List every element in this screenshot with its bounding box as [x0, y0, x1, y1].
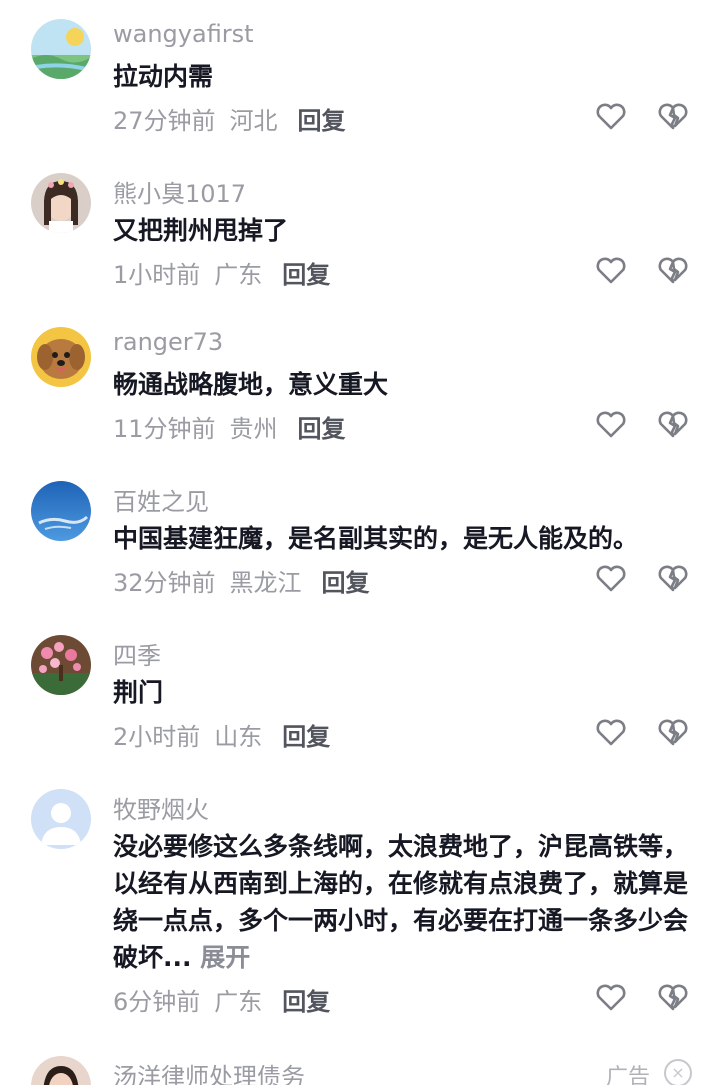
- reply-button[interactable]: 回复: [322, 569, 370, 597]
- reply-button[interactable]: 回复: [298, 415, 346, 443]
- comment-meta: 27分钟前 河北 回复: [113, 101, 360, 136]
- avatar[interactable]: [31, 19, 91, 79]
- comment-meta: 32分钟前 黑龙江 回复: [113, 563, 384, 598]
- avatar[interactable]: [31, 327, 91, 387]
- ad-badge: 广告: [606, 1065, 651, 1085]
- ad-item: 汤洋律师处理债务 广告 ×: [0, 1037, 720, 1085]
- comment-meta: 1小时前 广东 回复: [113, 255, 344, 290]
- heart-outline-icon: [596, 719, 626, 746]
- like-button[interactable]: [594, 561, 628, 595]
- broken-heart-icon: [658, 719, 688, 746]
- comment-meta: 11分钟前 贵州 回复: [113, 409, 360, 444]
- broken-heart-icon: [658, 257, 688, 284]
- comment-text: 没必要修这么多条线啊，太浪费地了，沪昆高铁等，以经有从西南到上海的，在修就有点浪…: [113, 828, 693, 976]
- comment-time: 27分钟前: [113, 107, 216, 135]
- dislike-button[interactable]: [656, 715, 690, 749]
- like-button[interactable]: [594, 407, 628, 441]
- expand-button[interactable]: 展开: [200, 943, 250, 972]
- broken-heart-icon: [658, 984, 688, 1011]
- username[interactable]: 百姓之见: [113, 482, 209, 517]
- like-button[interactable]: [594, 99, 628, 133]
- reply-button[interactable]: 回复: [282, 261, 330, 289]
- heart-outline-icon: [596, 565, 626, 592]
- like-button[interactable]: [594, 715, 628, 749]
- comment-location: 黑龙江: [229, 569, 302, 597]
- avatar[interactable]: [31, 1056, 91, 1085]
- heart-outline-icon: [596, 411, 626, 438]
- avatar[interactable]: [31, 173, 91, 233]
- dislike-button[interactable]: [656, 407, 690, 441]
- heart-outline-icon: [596, 984, 626, 1011]
- dislike-button[interactable]: [656, 980, 690, 1014]
- comment-time: 2小时前: [113, 723, 201, 751]
- broken-heart-icon: [658, 411, 688, 438]
- username[interactable]: 熊小臭1017: [113, 174, 246, 209]
- comment-time: 6分钟前: [113, 988, 201, 1016]
- avatar[interactable]: [31, 635, 91, 695]
- username[interactable]: 牧野烟火: [113, 790, 209, 825]
- close-icon[interactable]: ×: [664, 1059, 692, 1085]
- comment-text: 荆门: [113, 678, 164, 707]
- comment-text: 拉动内需: [113, 62, 214, 91]
- ad-username[interactable]: 汤洋律师处理债务: [113, 1057, 305, 1085]
- comment-location: 贵州: [229, 415, 278, 443]
- like-button[interactable]: [594, 253, 628, 287]
- comment-location: 山东: [214, 723, 263, 751]
- comment-text: 畅通战略腹地，意义重大: [113, 370, 389, 399]
- comment-time: 32分钟前: [113, 569, 216, 597]
- comment-text: 又把荆州甩掉了: [113, 216, 289, 245]
- comment-time: 1小时前: [113, 261, 201, 289]
- avatar[interactable]: [31, 789, 91, 849]
- broken-heart-icon: [658, 565, 688, 592]
- reply-button[interactable]: 回复: [298, 107, 346, 135]
- like-button[interactable]: [594, 980, 628, 1014]
- dislike-button[interactable]: [656, 99, 690, 133]
- heart-outline-icon: [596, 103, 626, 130]
- comment-time: 11分钟前: [113, 415, 216, 443]
- comment-meta: 2小时前 山东 回复: [113, 717, 344, 752]
- broken-heart-icon: [658, 103, 688, 130]
- username[interactable]: ranger73: [113, 328, 223, 356]
- username[interactable]: wangyafirst: [113, 20, 254, 48]
- comment-text: 中国基建狂魔，是名副其实的，是无人能及的。: [113, 524, 639, 553]
- heart-outline-icon: [596, 257, 626, 284]
- comment-location: 广东: [214, 261, 263, 289]
- reply-button[interactable]: 回复: [282, 988, 330, 1016]
- avatar[interactable]: [31, 481, 91, 541]
- comment-location: 河北: [229, 107, 278, 135]
- reply-button[interactable]: 回复: [282, 723, 330, 751]
- comment-location: 广东: [214, 988, 263, 1016]
- dislike-button[interactable]: [656, 253, 690, 287]
- dislike-button[interactable]: [656, 561, 690, 595]
- comment-meta: 6分钟前 广东 回复: [113, 982, 344, 1017]
- username[interactable]: 四季: [113, 636, 161, 671]
